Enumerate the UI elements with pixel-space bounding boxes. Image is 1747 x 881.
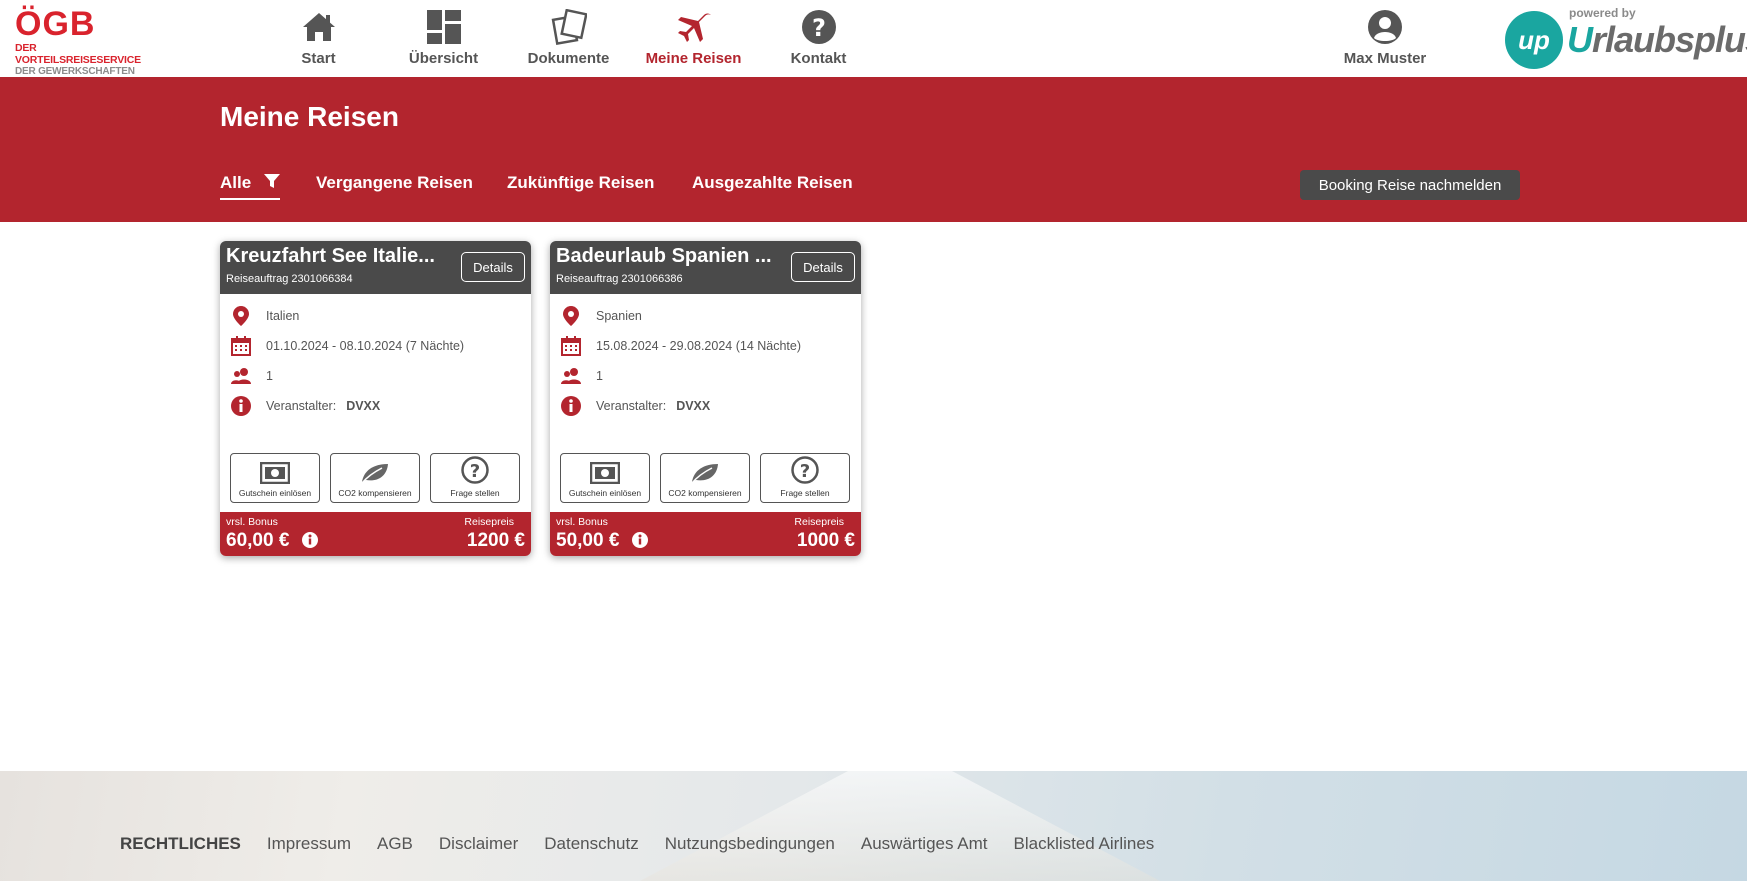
- footer-link-blacklisted-airlines[interactable]: Blacklisted Airlines: [1014, 834, 1155, 854]
- frage-stellen-button[interactable]: ? Frage stellen: [760, 453, 850, 503]
- price-value: 1200 €: [466, 530, 525, 551]
- urlaubsplus-logo[interactable]: powered by up Urlaubsplus: [1505, 6, 1747, 70]
- trip-destination: Spanien: [560, 304, 642, 328]
- dashboard-icon: [381, 6, 506, 48]
- page-title: Meine Reisen: [220, 101, 399, 132]
- nav-label: Kontakt: [790, 50, 847, 67]
- leaf-icon: [661, 454, 749, 484]
- users-icon: [560, 365, 582, 387]
- page-footer: RECHTLICHES Impressum AGB Disclaimer Dat…: [0, 771, 1747, 881]
- footer-link-auswaertiges-amt[interactable]: Auswärtiges Amt: [861, 834, 988, 854]
- frage-stellen-button[interactable]: ? Frage stellen: [430, 453, 520, 503]
- calendar-icon: [560, 335, 582, 357]
- trip-title: Kreuzfahrt See Italie...: [226, 245, 435, 267]
- gutschein-einloesen-button[interactable]: Gutschein einlösen: [230, 453, 320, 503]
- bonus-value: 60,00 €: [226, 530, 290, 551]
- trip-persons: 1: [230, 364, 273, 388]
- details-button[interactable]: Details: [791, 252, 855, 282]
- nav-label: Übersicht: [408, 50, 479, 67]
- trip-title: Badeurlaub Spanien ...: [556, 245, 772, 267]
- logo-tagline: DER VORTEILSREISESERVICE: [15, 42, 141, 66]
- page-header-band: Meine Reisen Alle Vergangene Reisen Zukü…: [0, 77, 1747, 222]
- trip-persons: 1: [560, 364, 603, 388]
- bonus-info-icon[interactable]: [302, 532, 318, 553]
- location-pin-icon: [560, 305, 582, 327]
- urlaubsplus-wordmark: Urlaubsplus: [1567, 19, 1747, 60]
- bonus-value: 50,00 €: [556, 530, 620, 551]
- filter-icon: [263, 173, 280, 194]
- bonus-label: vrsl. Bonus: [556, 516, 608, 528]
- user-menu[interactable]: Max Muster: [1320, 6, 1450, 67]
- question-icon: ?: [431, 454, 519, 484]
- trip-price-bar: vrsl. Bonus 50,00 € Reisepreis 1000 €: [550, 512, 861, 556]
- trip-card: Kreuzfahrt See Italie... Reiseauftrag 23…: [220, 241, 531, 556]
- nav-item-kontakt[interactable]: ? Kontakt: [756, 6, 881, 67]
- trip-order-number: Reiseauftrag 2301066386: [556, 273, 683, 285]
- co2-kompensieren-button[interactable]: CO2 kompensieren: [330, 453, 420, 503]
- tab-vergangene-reisen[interactable]: Vergangene Reisen: [316, 173, 473, 193]
- info-icon: [230, 395, 252, 417]
- footer-link-impressum[interactable]: Impressum: [267, 834, 351, 854]
- tab-ausgezahlte-reisen[interactable]: Ausgezahlte Reisen: [692, 173, 853, 193]
- nav-item-start[interactable]: Start: [256, 6, 381, 67]
- co2-kompensieren-button[interactable]: CO2 kompensieren: [660, 453, 750, 503]
- trip-organizer: Veranstalter: DVXX: [230, 394, 380, 418]
- footer-link-datenschutz[interactable]: Datenschutz: [544, 834, 639, 854]
- logo-subtagline: DER GEWERKSCHAFTEN: [15, 66, 135, 77]
- documents-icon: [506, 6, 631, 48]
- airplane-icon: [631, 6, 756, 48]
- footer-link-nutzungsbedingungen[interactable]: Nutzungsbedingungen: [665, 834, 835, 854]
- svg-text:?: ?: [470, 461, 480, 482]
- footer-link-disclaimer[interactable]: Disclaimer: [439, 834, 518, 854]
- booking-reise-nachmelden-button[interactable]: Booking Reise nachmelden: [1300, 170, 1520, 200]
- trip-dates: 15.08.2024 - 29.08.2024 (14 Nächte): [560, 334, 801, 358]
- nav-label: Meine Reisen: [645, 50, 742, 67]
- footer-heading: RECHTLICHES: [120, 834, 241, 853]
- nav-label: Start: [301, 50, 336, 67]
- tab-zukuenftige-reisen[interactable]: Zukünftige Reisen: [507, 173, 654, 193]
- price-value: 1000 €: [796, 530, 855, 551]
- price-label: Reisepreis: [464, 516, 514, 528]
- help-icon: ?: [756, 6, 881, 48]
- tab-alle[interactable]: Alle: [220, 173, 280, 201]
- details-button[interactable]: Details: [461, 252, 525, 282]
- question-icon: ?: [761, 454, 849, 484]
- nav-item-dokumente[interactable]: Dokumente: [506, 6, 631, 67]
- pier-background-image: [640, 771, 1160, 881]
- calendar-icon: [230, 335, 252, 357]
- nav-label: Dokumente: [527, 50, 610, 67]
- logo-brand: ÖGB: [15, 5, 96, 43]
- banknote-icon: [561, 454, 649, 484]
- trip-organizer: Veranstalter: DVXX: [560, 394, 710, 418]
- bonus-info-icon[interactable]: [632, 532, 648, 553]
- trip-card-header: Badeurlaub Spanien ... Reiseauftrag 2301…: [550, 241, 861, 294]
- trip-dates: 01.10.2024 - 08.10.2024 (7 Nächte): [230, 334, 464, 358]
- banknote-icon: [231, 454, 319, 484]
- users-icon: [230, 365, 252, 387]
- footer-link-agb[interactable]: AGB: [377, 834, 413, 854]
- ogb-logo[interactable]: ÖGB DER VORTEILSREISESERVICE DER GEWERKS…: [15, 5, 165, 77]
- trip-order-number: Reiseauftrag 2301066384: [226, 273, 353, 285]
- footer-links: RECHTLICHES Impressum AGB Disclaimer Dat…: [120, 834, 1180, 854]
- svg-text:?: ?: [800, 461, 810, 482]
- top-header: ÖGB DER VORTEILSREISESERVICE DER GEWERKS…: [0, 0, 1747, 77]
- user-icon: [1320, 6, 1450, 48]
- trip-card-header: Kreuzfahrt See Italie... Reiseauftrag 23…: [220, 241, 531, 294]
- nav-item-uebersicht[interactable]: Übersicht: [381, 6, 506, 67]
- gutschein-einloesen-button[interactable]: Gutschein einlösen: [560, 453, 650, 503]
- up-badge: up: [1505, 11, 1563, 69]
- powered-by-label: powered by: [1569, 6, 1636, 20]
- nav-item-meine-reisen[interactable]: Meine Reisen: [631, 6, 756, 67]
- user-name: Max Muster: [1343, 50, 1427, 67]
- bonus-label: vrsl. Bonus: [226, 516, 278, 528]
- trip-card: Badeurlaub Spanien ... Reiseauftrag 2301…: [550, 241, 861, 556]
- leaf-icon: [331, 454, 419, 484]
- trip-price-bar: vrsl. Bonus 60,00 € Reisepreis 1200 €: [220, 512, 531, 556]
- home-icon: [256, 6, 381, 48]
- svg-text:?: ?: [812, 14, 826, 42]
- trip-destination: Italien: [230, 304, 299, 328]
- location-pin-icon: [230, 305, 252, 327]
- info-icon: [560, 395, 582, 417]
- price-label: Reisepreis: [794, 516, 844, 528]
